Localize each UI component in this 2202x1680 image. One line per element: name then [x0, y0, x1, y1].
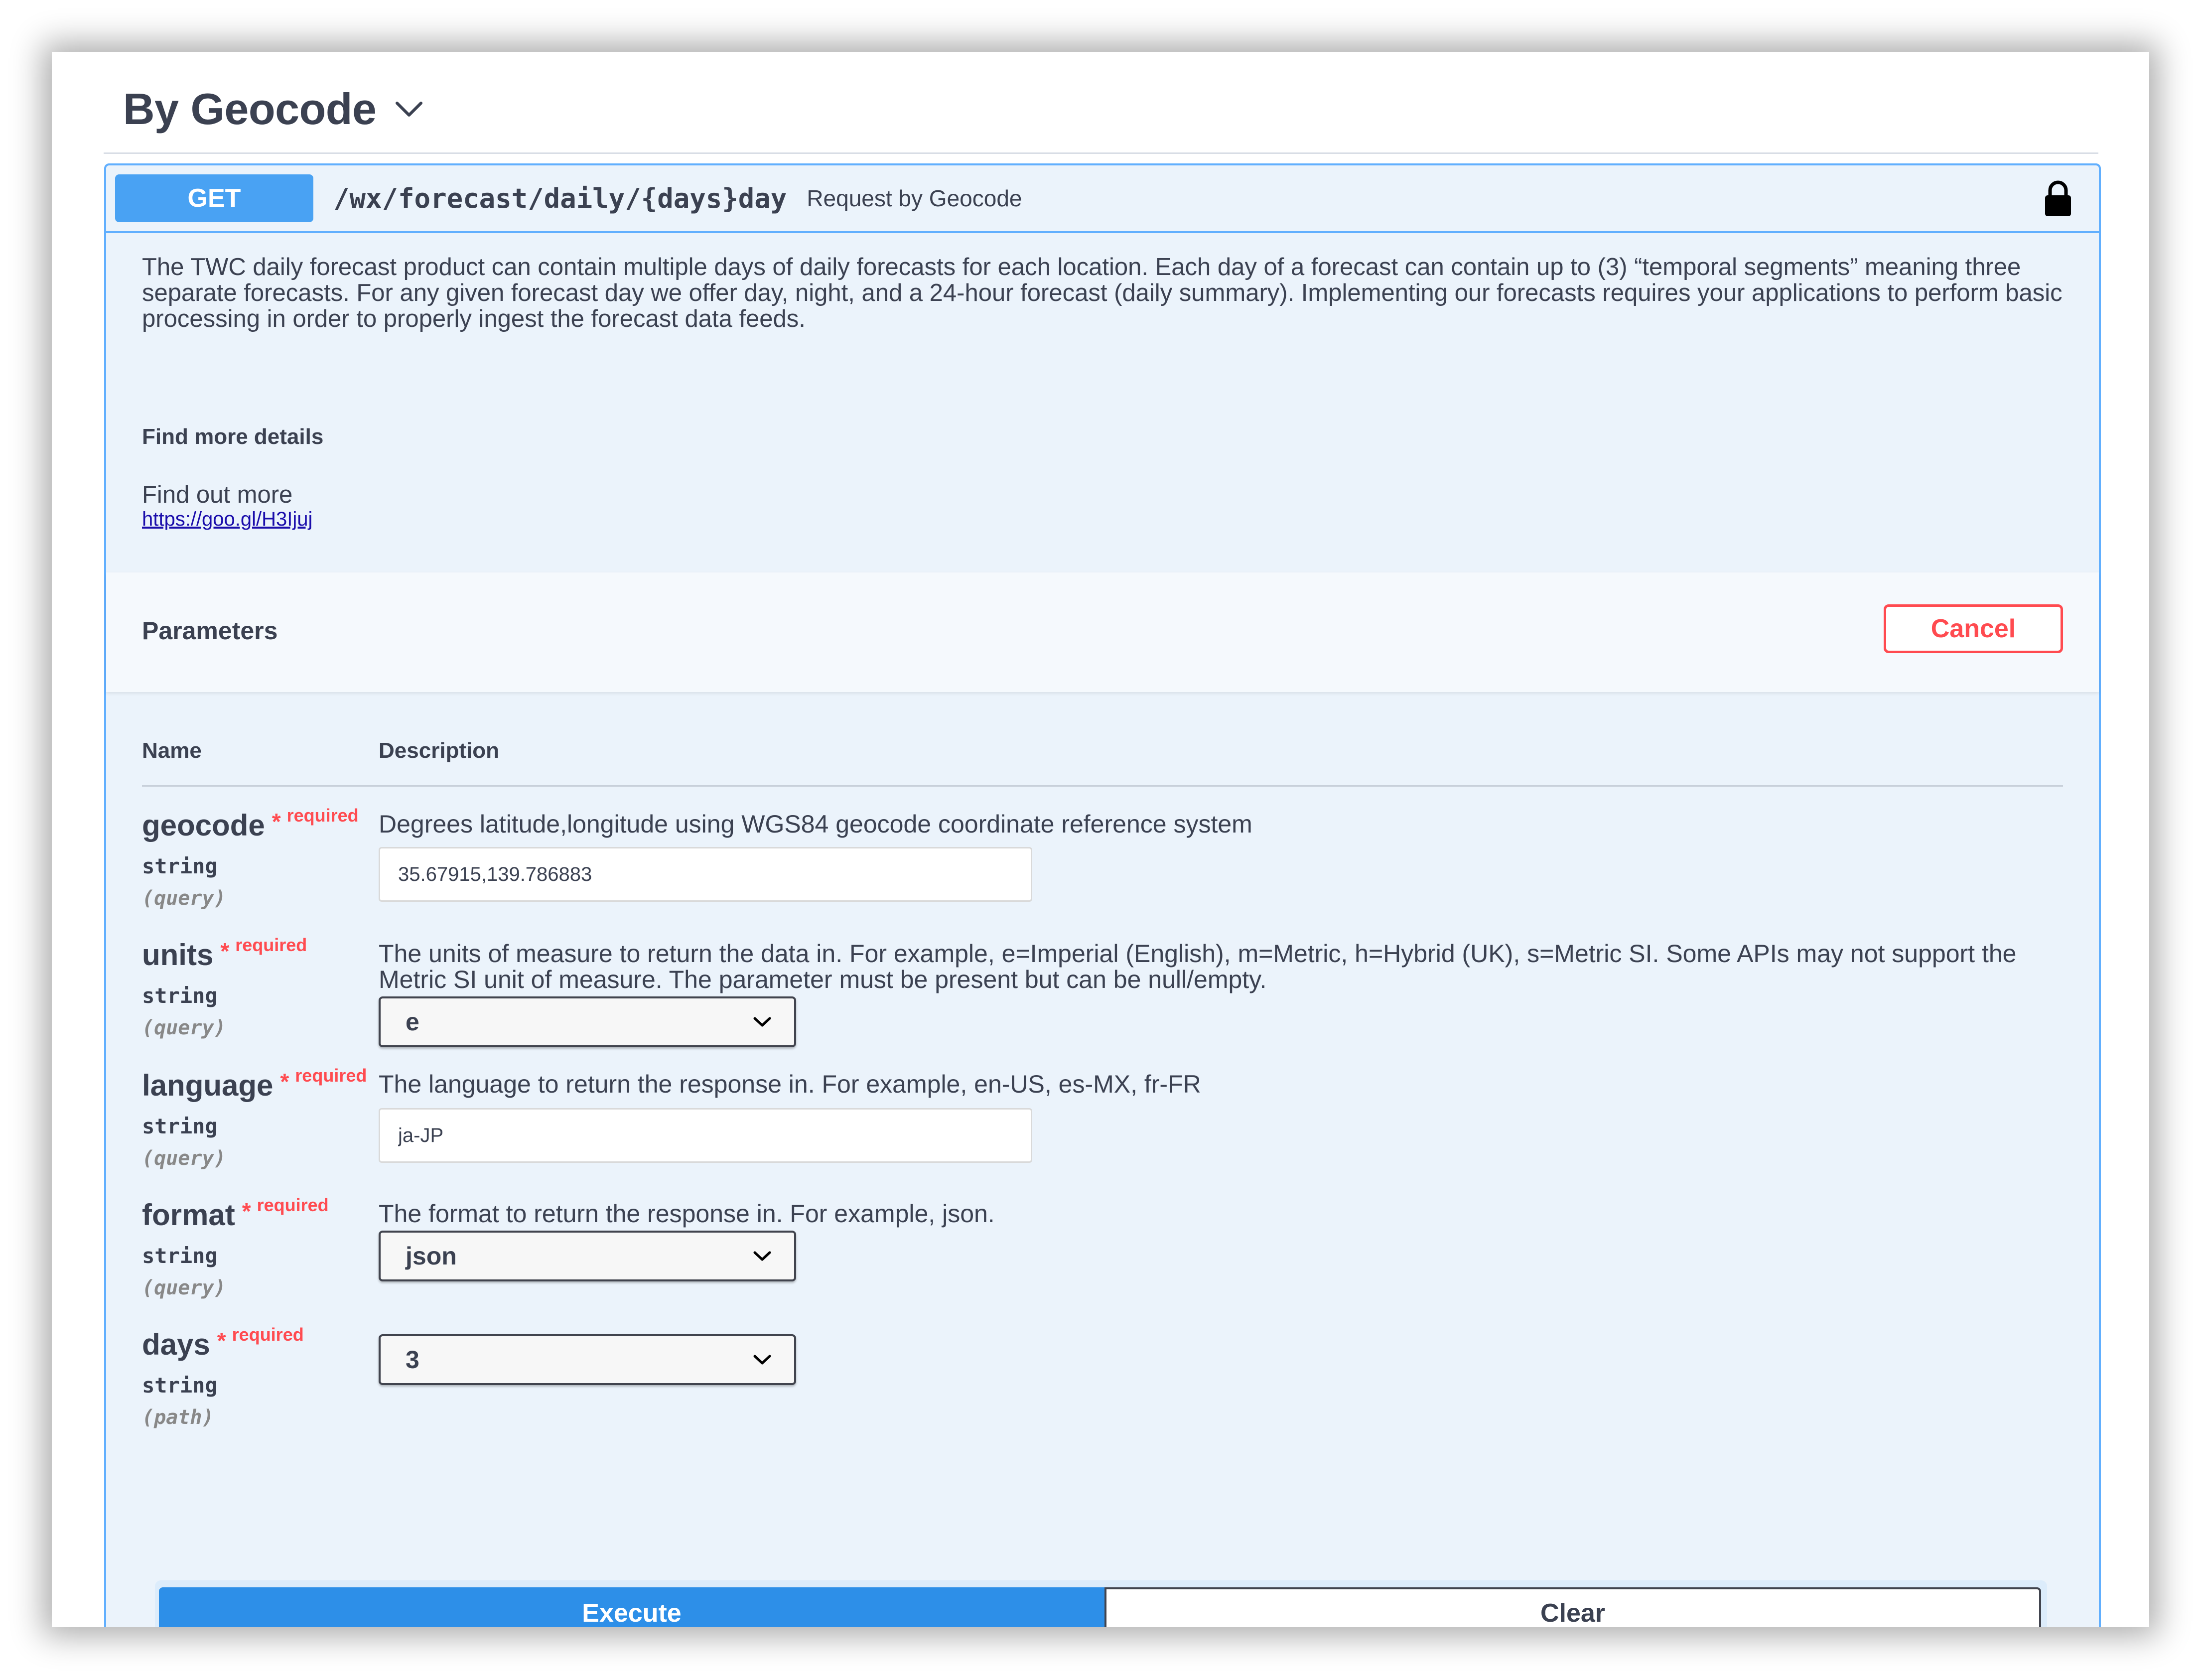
- header-divider: [142, 785, 2063, 787]
- param-geocode-in: (query): [142, 887, 226, 910]
- find-more-link[interactable]: https://goo.gl/H3Ijuj: [142, 508, 312, 531]
- operation-summary[interactable]: GET /wx/forecast/daily/{days}day Request…: [106, 165, 2099, 233]
- param-geocode-description: Degrees latitude,longitude using WGS84 g…: [379, 810, 1252, 838]
- required-star: *: [217, 1328, 226, 1354]
- operation-description: The TWC daily forecast product can conta…: [142, 254, 2063, 332]
- units-select-value: e: [406, 1008, 419, 1036]
- tag-title[interactable]: By Geocode: [123, 84, 377, 135]
- units-select[interactable]: e: [379, 996, 796, 1047]
- param-format-in: (query): [142, 1276, 226, 1299]
- required-star: *: [272, 809, 281, 835]
- param-language-in: (query): [142, 1147, 226, 1170]
- lock-icon[interactable]: [2043, 179, 2073, 217]
- param-format-description: The format to return the response in. Fo…: [379, 1200, 995, 1228]
- param-language-name: language * required: [142, 1065, 367, 1103]
- tag-divider: [104, 152, 2098, 154]
- column-header-name: Name: [142, 738, 202, 763]
- method-badge: GET: [115, 174, 313, 222]
- tag-header[interactable]: By Geocode: [123, 79, 424, 139]
- operation-block: GET /wx/forecast/daily/{days}day Request…: [104, 163, 2101, 1627]
- param-name-label: geocode: [142, 809, 265, 842]
- required-label: required: [232, 1324, 304, 1345]
- param-name-label: days: [142, 1328, 210, 1361]
- param-format-type: string: [142, 1244, 218, 1268]
- days-select-value: 3: [406, 1346, 419, 1374]
- find-more-heading: Find more details: [142, 424, 324, 449]
- required-label: required: [235, 935, 307, 955]
- chevron-down-icon: [753, 1251, 771, 1261]
- param-units-description: The units of measure to return the data …: [379, 940, 2017, 993]
- format-select-value: json: [406, 1242, 457, 1270]
- parameters-header: Parameters Cancel: [106, 572, 2099, 692]
- operation-summary-text: Request by Geocode: [807, 185, 1022, 211]
- param-language-type: string: [142, 1114, 218, 1138]
- language-input[interactable]: [379, 1108, 1032, 1163]
- chevron-down-icon[interactable]: [394, 94, 424, 124]
- param-units-type: string: [142, 983, 218, 1008]
- param-name-label: language: [142, 1069, 274, 1102]
- param-format-name: format * required: [142, 1195, 329, 1232]
- param-units-in: (query): [142, 1016, 226, 1039]
- operation-path: /wx/forecast/daily/{days}day: [333, 182, 787, 214]
- param-days-type: string: [142, 1373, 218, 1398]
- column-header-description: Description: [379, 738, 500, 763]
- param-days-name: days * required: [142, 1324, 304, 1362]
- param-geocode-type: string: [142, 854, 218, 878]
- api-docs-panel: By Geocode GET /wx/forecast/daily/{days}…: [52, 52, 2149, 1627]
- chevron-down-icon: [753, 1355, 771, 1365]
- days-select[interactable]: 3: [379, 1334, 796, 1385]
- param-name-label: units: [142, 938, 214, 972]
- required-label: required: [286, 805, 359, 826]
- required-star: *: [280, 1069, 289, 1095]
- param-geocode-name: geocode * required: [142, 805, 359, 842]
- required-star: *: [220, 938, 230, 964]
- execute-button[interactable]: Execute: [159, 1587, 1104, 1627]
- param-language-description: The language to return the response in. …: [379, 1070, 1201, 1098]
- param-name-label: format: [142, 1198, 235, 1232]
- required-star: *: [242, 1198, 251, 1224]
- chevron-down-icon: [753, 1017, 771, 1027]
- param-days-in: (path): [142, 1406, 214, 1429]
- execute-wrapper: Execute Clear: [155, 1580, 2047, 1627]
- parameters-title: Parameters: [142, 617, 278, 645]
- find-more-text: Find out more: [142, 481, 293, 508]
- format-select[interactable]: json: [379, 1231, 796, 1281]
- param-units-name: units * required: [142, 935, 307, 972]
- required-label: required: [295, 1065, 367, 1086]
- cancel-button[interactable]: Cancel: [1884, 604, 2063, 653]
- clear-button[interactable]: Clear: [1104, 1587, 2041, 1627]
- required-label: required: [257, 1195, 329, 1215]
- geocode-input[interactable]: [379, 847, 1032, 902]
